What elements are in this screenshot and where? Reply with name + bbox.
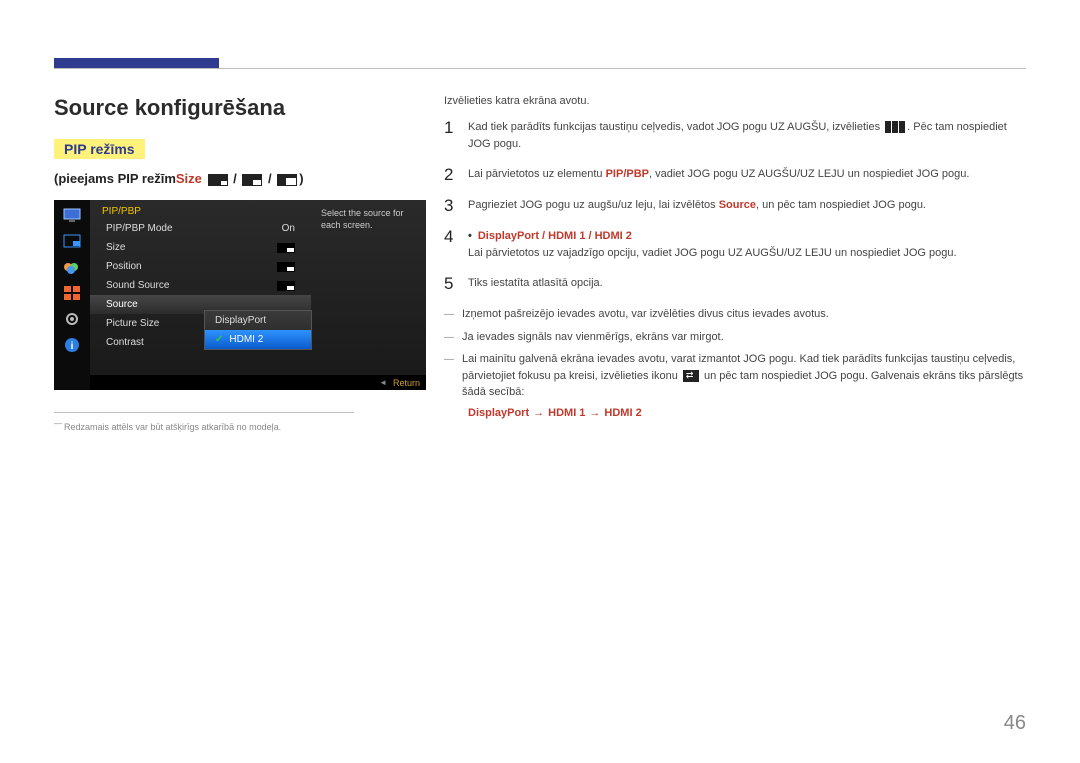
palette-icon — [63, 260, 81, 274]
page-content: Source konfigurēšana PIP režīms (pieejam… — [54, 95, 1026, 432]
osd-menu-title: PIP/PBP — [90, 200, 311, 219]
step-4: 4 DisplayPort / HDMI 1 / HDMI 2 Lai pārv… — [444, 228, 1026, 261]
pip-position-value-icon — [277, 262, 295, 272]
source-cycle: DisplayPort→HDMI 1→HDMI 2 — [444, 407, 1026, 419]
osd-sidebar-icons: i — [54, 200, 90, 390]
monitor-icon — [63, 208, 81, 222]
source-options: DisplayPort / HDMI 1 / HDMI 2 — [468, 228, 957, 245]
pip-size-value-icon — [277, 243, 295, 253]
cycle-h2: HDMI 2 — [604, 407, 641, 419]
osd-row-size: Size — [90, 238, 311, 257]
step-text-3: Pagrieziet JOG pogu uz augšu/uz leju, la… — [468, 197, 926, 214]
info-icon: i — [63, 338, 81, 352]
return-arrow-icon: ◄ — [379, 378, 387, 387]
dash-icon: ― — [444, 352, 454, 401]
page-number: 46 — [1004, 712, 1026, 735]
right-column: Izvēlieties katra ekrāna avotu. 1 Kad ti… — [444, 95, 1026, 432]
dash-icon: ― — [444, 307, 454, 323]
subheading: (pieejams PIP režīmSize / / ) — [54, 171, 424, 186]
cycle-h1: HDMI 1 — [548, 407, 585, 419]
subheading-suffix: ) — [299, 171, 303, 186]
source-dropdown: DisplayPort ✓HDMI 2 — [204, 310, 312, 350]
svg-text:i: i — [71, 341, 74, 352]
step-text-5: Tiks iestatīta atlasītā opcija. — [468, 275, 603, 292]
osd-return: ◄Return — [379, 375, 420, 390]
header-accent-bar — [54, 58, 219, 68]
size-icon-large — [277, 174, 297, 186]
subheading-prefix: (pieejams PIP režīm — [54, 171, 176, 186]
pip-mode-badge: PIP režīms — [54, 139, 145, 159]
step-num-3: 3 — [444, 197, 456, 214]
left-column: Source konfigurēšana PIP režīms (pieejam… — [54, 95, 444, 432]
check-icon: ✓ — [215, 334, 223, 345]
gear-icon — [63, 312, 81, 326]
sep-1: / — [233, 171, 240, 186]
osd-row-sound: Sound Source — [90, 276, 311, 295]
cycle-dp: DisplayPort — [468, 407, 529, 419]
note-1: ― Izņemot pašreizējo ievades avotu, var … — [444, 306, 1026, 323]
step-text-2: Lai pārvietotos uz elementu PIP/PBP, vad… — [468, 166, 969, 183]
lead-text: Izvēlieties katra ekrāna avotu. — [444, 95, 1026, 107]
step-num-1: 1 — [444, 119, 456, 136]
step-num-5: 5 — [444, 275, 456, 292]
dropdown-item-hdmi2: ✓HDMI 2 — [205, 330, 311, 349]
header-rule — [54, 68, 1026, 69]
pip-icon — [63, 234, 81, 248]
page-title: Source konfigurēšana — [54, 95, 424, 121]
step-text-1: Kad tiek parādīts funkcijas taustiņu ceļ… — [468, 119, 1026, 152]
footnote-rule — [54, 412, 354, 413]
step-2: 2 Lai pārvietotos uz elementu PIP/PBP, v… — [444, 166, 1026, 183]
step-num-2: 2 — [444, 166, 456, 183]
footnote: ―Redzamais attēls var būt atšķirīgs atka… — [54, 419, 424, 432]
step-3: 3 Pagrieziet JOG pogu uz augšu/uz leju, … — [444, 197, 1026, 214]
osd-row-position: Position — [90, 257, 311, 276]
note-3-text: Lai mainītu galvenā ekrāna ievades avotu… — [462, 351, 1026, 401]
osd-row-mode: PIP/PBP ModeOn — [90, 219, 311, 238]
grid-icon — [63, 286, 81, 300]
step-num-4: 4 — [444, 228, 456, 245]
size-icon-medium — [242, 174, 262, 186]
step-text-4: DisplayPort / HDMI 1 / HDMI 2 Lai pārvie… — [468, 228, 957, 261]
step-1: 1 Kad tiek parādīts funkcijas taustiņu c… — [444, 119, 1026, 152]
swap-icon — [683, 370, 699, 382]
note-3: ― Lai mainītu galvenā ekrāna ievades avo… — [444, 351, 1026, 401]
size-word: Size — [176, 171, 202, 186]
note-2: ― Ja ievades signāls nav vienmērīgs, ekr… — [444, 329, 1026, 346]
osd-help-panel: Select the source for each screen. — [311, 200, 426, 375]
step-5: 5 Tiks iestatīta atlasītā opcija. — [444, 275, 1026, 292]
pip-sound-value-icon — [277, 281, 295, 291]
dropdown-item-displayport: DisplayPort — [205, 311, 311, 330]
dash-icon: ― — [444, 330, 454, 346]
menu-guide-icon — [885, 121, 905, 133]
osd-screenshot: i PIP/PBP PIP/PBP ModeOn Size Position S… — [54, 200, 426, 390]
sep-2: / — [268, 171, 275, 186]
size-icon-small — [208, 174, 228, 186]
